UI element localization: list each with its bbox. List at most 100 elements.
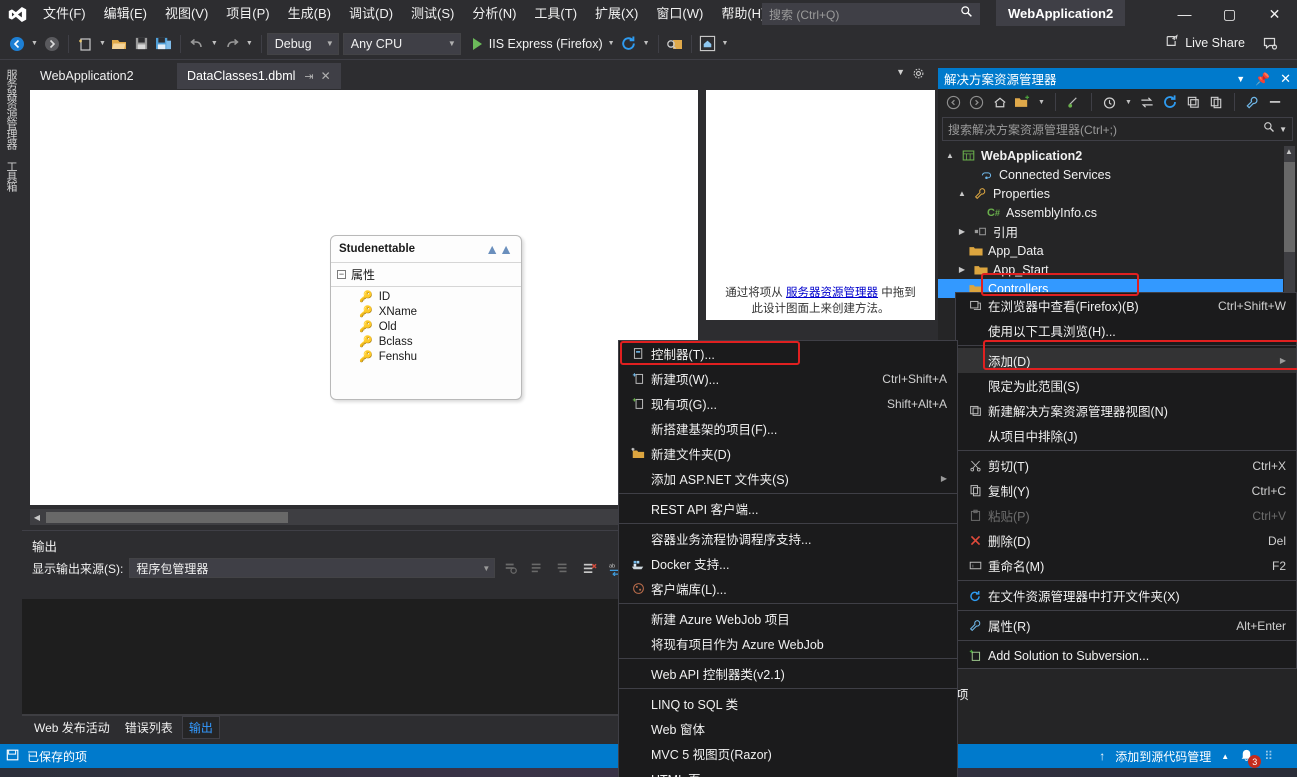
save-all-icon[interactable] bbox=[153, 32, 175, 56]
scroll-thumb[interactable] bbox=[46, 512, 288, 523]
tree-node-assemblyinfo-cs[interactable]: C# AssemblyInfo.cs bbox=[938, 203, 1283, 222]
home-page-icon[interactable] bbox=[697, 32, 719, 56]
menu-item-existing-project-as-azure-webjob[interactable]: 将现有项目作为 Azure WebJob bbox=[619, 631, 957, 656]
redo-dropdown-icon[interactable]: ▼ bbox=[243, 40, 256, 47]
twisty-icon[interactable]: ▶ bbox=[956, 227, 968, 236]
tree-node-references[interactable]: ▶ 引用 bbox=[938, 222, 1283, 241]
refresh-icon[interactable] bbox=[618, 32, 640, 56]
menu-item-web-api-controller-class[interactable]: Web API 控制器类(v2.1) bbox=[619, 661, 957, 686]
new-project-dropdown-icon[interactable]: ▼ bbox=[96, 40, 109, 47]
tab-web-publish-activity[interactable]: Web 发布活动 bbox=[28, 717, 116, 738]
toolbar-overflow-icon[interactable] bbox=[1265, 91, 1286, 113]
entity-property[interactable]: 🔑ID bbox=[331, 289, 521, 304]
menu-item-browse-with[interactable]: 使用以下工具浏览(H)... bbox=[956, 318, 1296, 343]
close-icon[interactable]: ✕ bbox=[321, 69, 331, 83]
chevron-down-icon[interactable]: ▼ bbox=[1236, 74, 1245, 84]
tab-webapplication2[interactable]: WebApplication2 bbox=[30, 63, 144, 89]
output-clear-all-icon[interactable] bbox=[579, 558, 599, 578]
menu-item-new-solution-explorer-view[interactable]: 新建解决方案资源管理器视图(N) bbox=[956, 398, 1296, 423]
menu-item-copy[interactable]: 复制(Y) Ctrl+C bbox=[956, 478, 1296, 503]
tree-node-properties[interactable]: ▲ Properties bbox=[938, 184, 1283, 203]
menu-item-controller[interactable]: 控制器(T)... bbox=[619, 341, 957, 366]
menu-item-delete[interactable]: 删除(D) Del bbox=[956, 528, 1296, 553]
pending-changes-dropdown-icon[interactable]: ▼ bbox=[1122, 99, 1135, 106]
menu-item-existing-item[interactable]: 现有项(G)... Shift+Alt+A bbox=[619, 391, 957, 416]
expander-minus-icon[interactable]: − bbox=[337, 270, 346, 279]
sidebar-tab-server-explorer[interactable]: 服务器资源管理器 bbox=[0, 63, 22, 155]
menu-item-view-in-browser[interactable]: 在浏览器中查看(Firefox)(B) Ctrl+Shift+W bbox=[956, 293, 1296, 318]
menu-item-container-orchestrator-support[interactable]: 容器业务流程协调程序支持... bbox=[619, 526, 957, 551]
menu-item-client-side-library[interactable]: 客户端库(L)... bbox=[619, 576, 957, 601]
menu-item-file[interactable]: 文件(F) bbox=[34, 2, 95, 26]
server-explorer-link[interactable]: 服务器资源管理器 bbox=[786, 287, 878, 299]
menu-item-html-page[interactable]: HTML 页 bbox=[619, 766, 957, 777]
navigate-backward-icon[interactable] bbox=[6, 32, 28, 56]
tab-output[interactable]: 输出 bbox=[182, 716, 220, 739]
solution-platform-combo[interactable]: Any CPU ▼ bbox=[343, 33, 461, 55]
navigate-forward-icon[interactable] bbox=[41, 32, 63, 56]
menu-item-add-solution-to-subversion[interactable]: Add Solution to Subversion... bbox=[956, 643, 1296, 668]
tree-node-connected-services[interactable]: Connected Services bbox=[938, 165, 1283, 184]
notifications-button[interactable]: 3 bbox=[1239, 747, 1254, 765]
menu-item-scope-to-this[interactable]: 限定为此范围(S) bbox=[956, 373, 1296, 398]
menu-item-analyze[interactable]: 分析(N) bbox=[463, 2, 525, 26]
home-icon[interactable] bbox=[989, 91, 1010, 113]
scroll-up-icon[interactable]: ▲ bbox=[1285, 147, 1293, 156]
menu-item-edit[interactable]: 编辑(E) bbox=[95, 2, 156, 26]
quick-search-box[interactable]: 搜索 (Ctrl+Q) bbox=[762, 3, 980, 25]
new-project-icon[interactable] bbox=[74, 32, 96, 56]
undo-dropdown-icon[interactable]: ▼ bbox=[208, 40, 221, 47]
menu-item-exclude-from-project[interactable]: 从项目中排除(J) bbox=[956, 423, 1296, 448]
minimize-button[interactable]: — bbox=[1162, 0, 1207, 28]
scroll-left-icon[interactable]: ◀ bbox=[30, 513, 44, 522]
output-text-area[interactable] bbox=[22, 599, 635, 714]
sidebar-tab-toolbox[interactable]: 工具箱 bbox=[0, 155, 22, 197]
save-icon[interactable] bbox=[131, 32, 153, 56]
start-debugging-button[interactable]: IIS Express (Firefox) bbox=[465, 37, 605, 51]
designer-horizontal-scrollbar[interactable]: ◀ bbox=[30, 509, 618, 525]
twisty-icon[interactable]: ▲ bbox=[944, 151, 956, 160]
menu-item-new-item[interactable]: 新建项(W)... Ctrl+Shift+A bbox=[619, 366, 957, 391]
upload-icon[interactable]: ↑ bbox=[1099, 749, 1105, 763]
close-icon[interactable]: ✕ bbox=[1280, 71, 1291, 87]
pin-icon[interactable]: ⇥ bbox=[304, 70, 313, 83]
menu-item-view[interactable]: 视图(V) bbox=[156, 2, 217, 26]
output-find-icon[interactable] bbox=[501, 558, 521, 578]
add-to-source-control-button[interactable]: 添加到源代码管理 bbox=[1115, 748, 1211, 765]
sync-with-active-document-icon[interactable] bbox=[1137, 91, 1158, 113]
menu-item-rename[interactable]: I 重命名(M) F2 bbox=[956, 553, 1296, 578]
entity-section-properties[interactable]: − 属性 bbox=[331, 262, 521, 286]
gear-icon[interactable] bbox=[912, 67, 925, 83]
tab-dataclasses1-dbml[interactable]: DataClasses1.dbml ⇥ ✕ bbox=[177, 63, 341, 89]
menu-item-new-folder[interactable]: 新建文件夹(D) bbox=[619, 441, 957, 466]
live-share-button[interactable]: Live Share bbox=[1165, 34, 1245, 51]
menu-item-properties[interactable]: 属性(R) Alt+Enter bbox=[956, 613, 1296, 638]
show-all-files-dropdown-icon[interactable]: ▼ bbox=[1035, 99, 1048, 106]
navigate-backward-dropdown-icon[interactable]: ▼ bbox=[28, 40, 41, 47]
output-go-to-previous-icon[interactable] bbox=[527, 558, 547, 578]
output-go-to-next-icon[interactable] bbox=[553, 558, 573, 578]
undo-icon[interactable] bbox=[186, 32, 208, 56]
menu-item-tools[interactable]: 工具(T) bbox=[525, 2, 586, 26]
solution-configuration-combo[interactable]: Debug ▼ bbox=[267, 33, 339, 55]
chevron-up-icon[interactable]: ▲ bbox=[1221, 752, 1229, 761]
menu-item-mvc5-view-page-razor[interactable]: MVC 5 视图页(Razor) bbox=[619, 741, 957, 766]
menu-item-new-azure-webjob-project[interactable]: 新建 Azure WebJob 项目 bbox=[619, 606, 957, 631]
menu-item-web-form[interactable]: Web 窗体 bbox=[619, 716, 957, 741]
menu-item-docker-support[interactable]: Docker 支持... bbox=[619, 551, 957, 576]
refresh-dropdown-icon[interactable]: ▼ bbox=[640, 40, 653, 47]
menu-item-new-scaffolded-item[interactable]: 新搭建基架的项目(F)... bbox=[619, 416, 957, 441]
chevron-down-icon[interactable]: ▼ bbox=[1275, 125, 1287, 134]
menu-item-extensions[interactable]: 扩展(X) bbox=[586, 2, 647, 26]
entity-studenettable[interactable]: Studenettable ▲▲ − 属性 🔑ID 🔑XName 🔑Old 🔑B… bbox=[330, 235, 522, 400]
collapse-chevron-icon[interactable]: ▲▲ bbox=[485, 241, 513, 257]
properties-wrench-icon[interactable] bbox=[1242, 91, 1263, 113]
entity-property[interactable]: 🔑Bclass bbox=[331, 334, 521, 349]
tab-list-dropdown-icon[interactable]: ▼ bbox=[896, 67, 905, 77]
show-all-files-icon[interactable] bbox=[1012, 91, 1033, 113]
pin-icon[interactable]: 📌 bbox=[1255, 72, 1270, 86]
entity-property[interactable]: 🔑Old bbox=[331, 319, 521, 334]
menu-item-linq-to-sql-class[interactable]: LINQ to SQL 类 bbox=[619, 691, 957, 716]
menu-item-window[interactable]: 窗口(W) bbox=[647, 2, 712, 26]
preview-selected-items-icon[interactable] bbox=[1063, 91, 1084, 113]
